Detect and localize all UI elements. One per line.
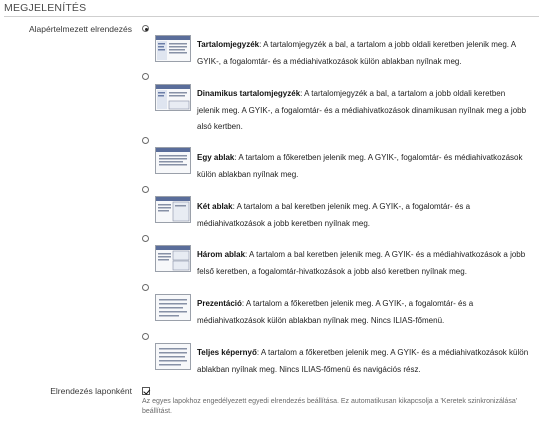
layout-radio-toc2fr[interactable]: [142, 73, 149, 80]
layout-text-3window: : A tartalom a bal keretben jelenik meg.…: [197, 250, 526, 276]
per-page-layout-label: Elrendezés laponként: [50, 386, 132, 396]
layout-thumb-presentation: [155, 294, 191, 321]
layout-radio-2window[interactable]: [142, 186, 149, 193]
layout-text-2window: : A tartalom a bal keretben jelenik meg.…: [197, 202, 471, 228]
per-page-layout-info: Az egyes lapokhoz engedélyezett egyedi e…: [142, 398, 518, 415]
section-title: MEGJELENÍTÉS: [4, 2, 87, 14]
layout-radio-toc[interactable]: [142, 25, 149, 32]
layout-desc-presentation: Prezentáció: A tartalom a főkeretben jel…: [197, 296, 529, 329]
layout-radio-fullscreen[interactable]: [142, 333, 149, 340]
layout-thumb-2window: [155, 196, 191, 223]
layout-name-presentation: Prezentáció: [197, 299, 242, 308]
layout-desc-toc: Tartalomjegyzék: A tartalomjegyzék a bal…: [197, 37, 529, 70]
layout-desc-3window: Három ablak: A tartalom a bal keretben j…: [197, 247, 529, 280]
layout-thumb-1window: [155, 147, 191, 174]
layout-name-1window: Egy ablak: [197, 153, 235, 162]
layout-radio-3window[interactable]: [142, 235, 149, 242]
default-layout-label: Alapértelmezett elrendezés: [28, 24, 132, 34]
layout-desc-1window: Egy ablak: A tartalom a főkeretben jelen…: [197, 150, 529, 183]
layout-thumb-fullscreen: [155, 343, 191, 370]
layout-radio-presentation[interactable]: [142, 284, 149, 291]
layout-thumb-toc: [155, 35, 191, 62]
layout-desc-toc2fr: Dinamikus tartalomjegyzék: A tartalomjeg…: [197, 86, 529, 136]
layout-text-1window: : A tartalom a főkeretben jelenik meg. A…: [197, 153, 523, 179]
layout-name-toc2fr: Dinamikus tartalomjegyzék: [197, 89, 301, 98]
layout-name-3window: Három ablak: [197, 250, 246, 259]
per-page-layout-checkbox[interactable]: [142, 387, 150, 395]
layout-desc-2window: Két ablak: A tartalom a bal keretben jel…: [197, 199, 529, 232]
layout-thumb-3window: [155, 245, 191, 272]
layout-desc-fullscreen: Teljes képernyő: A tartalom a főkeretben…: [197, 345, 529, 378]
layout-name-toc: Tartalomjegyzék: [197, 40, 260, 49]
layout-thumb-toc2fr: [155, 84, 191, 111]
layout-name-fullscreen: Teljes képernyő: [197, 348, 257, 357]
layout-radio-1window[interactable]: [142, 137, 149, 144]
section-divider: [4, 16, 539, 17]
layout-name-2window: Két ablak: [197, 202, 233, 211]
